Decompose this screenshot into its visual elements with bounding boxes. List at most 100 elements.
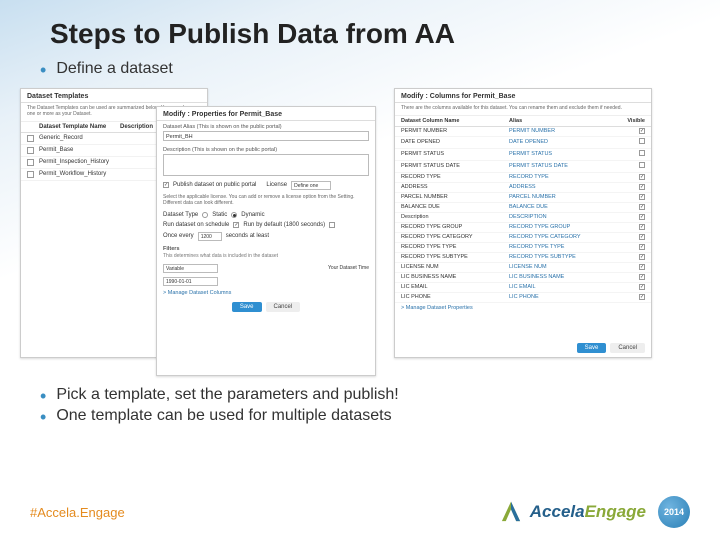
checkbox-icon[interactable] <box>27 147 34 154</box>
column-row: BALANCE DUEBALANCE DUE <box>395 203 651 213</box>
bullet-icon: • <box>40 60 46 82</box>
radio-dynamic[interactable] <box>231 212 237 218</box>
column-row: ADDRESSADDRESS <box>395 183 651 193</box>
column-row: LIC PHONELIC PHONE <box>395 293 651 303</box>
cancel-button[interactable]: Cancel <box>610 343 645 353</box>
filter-variable[interactable]: Variable <box>163 264 218 273</box>
visible-checkbox[interactable] <box>639 162 645 168</box>
once-every-checkbox[interactable] <box>329 222 335 228</box>
panel-templates-head: Dataset Templates <box>21 89 207 103</box>
once-input[interactable]: 1200 <box>198 232 222 241</box>
filter-value-input[interactable]: 1990-01-01 <box>163 277 218 286</box>
visible-checkbox[interactable] <box>639 138 645 144</box>
logo: AccelaEngage 2014 <box>498 496 690 528</box>
publish-row: Publish dataset on public portal License… <box>157 179 375 192</box>
save-button[interactable]: Save <box>232 302 262 312</box>
hashtag: #Accela.Engage <box>30 505 125 520</box>
visible-checkbox[interactable] <box>639 224 645 230</box>
column-row: LICENSE NUMLICENSE NUM <box>395 263 651 273</box>
visible-checkbox[interactable] <box>639 284 645 290</box>
alias-input[interactable]: RECORD TYPE CATEGORY <box>509 234 617 240</box>
alias-input[interactable]: PERMIT NUMBER <box>509 128 617 134</box>
alias-input[interactable]: RECORD TYPE TYPE <box>509 244 617 250</box>
visible-checkbox[interactable] <box>639 264 645 270</box>
visible-checkbox[interactable] <box>639 184 645 190</box>
alias-input[interactable]: Permit_BH <box>163 131 369 141</box>
alias-input[interactable]: RECORD TYPE SUBTYPE <box>509 254 617 260</box>
run-default-checkbox[interactable] <box>233 222 239 228</box>
checkbox-icon[interactable] <box>27 171 34 178</box>
column-row: LIC BUSINESS NAMELIC BUSINESS NAME <box>395 273 651 283</box>
panel-columns-sub: There are the columns available for this… <box>395 103 651 116</box>
visible-checkbox[interactable] <box>639 244 645 250</box>
screenshots-row: Dataset Templates The Dataset Templates … <box>0 82 720 376</box>
panel-columns: Modify : Columns for Permit_Base There a… <box>394 88 652 358</box>
column-row: RECORD TYPE CATEGORYRECORD TYPE CATEGORY <box>395 233 651 243</box>
manage-properties-link[interactable]: > Manage Dataset Properties <box>395 303 651 313</box>
type-row: Dataset Type Static Dynamic <box>157 210 375 220</box>
logo-icon <box>498 499 524 525</box>
visible-checkbox[interactable] <box>639 214 645 220</box>
visible-checkbox[interactable] <box>639 204 645 210</box>
bullet-icon: • <box>40 386 46 408</box>
visible-checkbox[interactable] <box>639 254 645 260</box>
alias-input[interactable]: PERMIT STATUS DATE <box>509 163 617 169</box>
column-row: DescriptionDESCRIPTION <box>395 213 651 223</box>
alias-input[interactable]: PERMIT STATUS <box>509 151 617 157</box>
column-row: PERMIT NUMBERPERMIT NUMBER <box>395 127 651 137</box>
column-row: PERMIT STATUS DATEPERMIT STATUS DATE <box>395 161 651 173</box>
visible-checkbox[interactable] <box>639 150 645 156</box>
year-badge: 2014 <box>658 496 690 528</box>
visible-checkbox[interactable] <box>639 274 645 280</box>
visible-checkbox[interactable] <box>639 174 645 180</box>
bullet-text: Pick a template, set the parameters and … <box>56 386 398 404</box>
filters-field: Filters This determines what data is inc… <box>157 243 375 262</box>
panel-columns-head: Modify : Columns for Permit_Base <box>395 89 651 103</box>
alias-input[interactable]: PARCEL NUMBER <box>509 194 617 200</box>
radio-static[interactable] <box>202 212 208 218</box>
schedule-row: Run dataset on schedule Run by default (… <box>157 220 375 243</box>
bullet-text: Define a dataset <box>56 60 173 78</box>
column-row: RECORD TYPERECORD TYPE <box>395 173 651 183</box>
alias-input[interactable]: RECORD TYPE <box>509 174 617 180</box>
bullet-text: One template can be used for multiple da… <box>56 407 391 425</box>
alias-input[interactable]: LIC BUSINESS NAME <box>509 274 617 280</box>
alias-input[interactable]: LIC PHONE <box>509 294 617 300</box>
alias-input[interactable]: BALANCE DUE <box>509 204 617 210</box>
column-row: LIC EMAILLIC EMAIL <box>395 283 651 293</box>
publish-checkbox[interactable] <box>163 182 169 188</box>
alias-input[interactable]: DATE OPENED <box>509 139 617 145</box>
checkbox-icon[interactable] <box>27 159 34 166</box>
panel-properties: Modify : Properties for Permit_Base Data… <box>156 106 376 376</box>
visible-checkbox[interactable] <box>639 234 645 240</box>
column-row: PARCEL NUMBERPARCEL NUMBER <box>395 193 651 203</box>
manage-columns-link[interactable]: > Manage Dataset Columns <box>157 288 375 298</box>
bullet-3: • One template can be used for multiple … <box>40 407 720 429</box>
bullet-2: • Pick a template, set the parameters an… <box>40 386 720 408</box>
license-select[interactable]: Define one <box>291 181 331 190</box>
alias-input[interactable]: RECORD TYPE GROUP <box>509 224 617 230</box>
column-row: RECORD TYPE GROUPRECORD TYPE GROUP <box>395 223 651 233</box>
panel-properties-head: Modify : Properties for Permit_Base <box>157 107 375 121</box>
column-row: RECORD TYPE SUBTYPERECORD TYPE SUBTYPE <box>395 253 651 263</box>
bullet-1: • Define a dataset <box>40 60 720 82</box>
alias-input[interactable]: LICENSE NUM <box>509 264 617 270</box>
visible-checkbox[interactable] <box>639 128 645 134</box>
columns-thead: Dataset Column Name Alias Visible <box>395 116 651 127</box>
alias-input[interactable]: LIC EMAIL <box>509 284 617 290</box>
visible-checkbox[interactable] <box>639 294 645 300</box>
alias-input[interactable]: DESCRIPTION <box>509 214 617 220</box>
alias-input[interactable]: ADDRESS <box>509 184 617 190</box>
desc-field: Description (This is shown on the public… <box>157 144 375 179</box>
alias-field: Dataset Alias (This is shown on the publ… <box>157 121 375 144</box>
bullet-icon: • <box>40 407 46 429</box>
filter-row: Variable Your Dataset Time <box>157 262 375 275</box>
cancel-button[interactable]: Cancel <box>266 302 301 312</box>
column-row: DATE OPENEDDATE OPENED <box>395 137 651 149</box>
desc-input[interactable] <box>163 154 369 176</box>
footer: #Accela.Engage AccelaEngage 2014 <box>0 496 720 528</box>
visible-checkbox[interactable] <box>639 194 645 200</box>
save-button[interactable]: Save <box>577 343 607 353</box>
license-note: Select the applicable license. You can a… <box>157 192 375 210</box>
checkbox-icon[interactable] <box>27 135 34 142</box>
